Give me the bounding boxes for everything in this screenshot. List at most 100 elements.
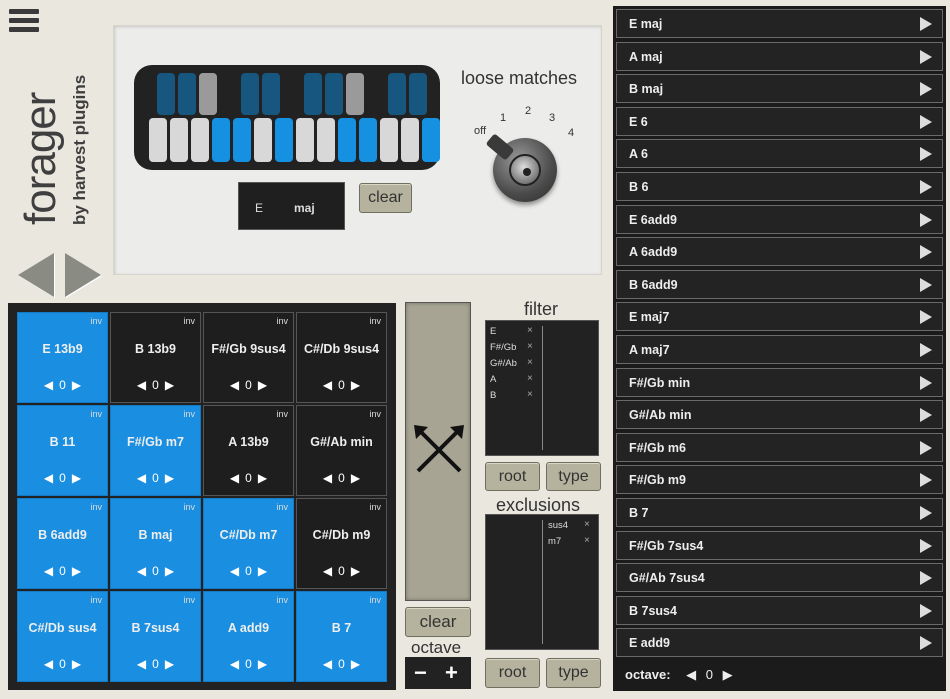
chord-pad[interactable]: inv A 13b9 ◀ 0 ▶ <box>203 405 294 496</box>
black-key[interactable] <box>408 73 427 115</box>
play-arrow-icon[interactable] <box>920 310 932 325</box>
chord-list-item[interactable]: F#/Gb m6 <box>616 432 943 462</box>
next-arrow-icon[interactable] <box>65 253 101 297</box>
chord-list-item[interactable]: E 6 <box>616 106 943 136</box>
pad-decrement-arrow-icon[interactable]: ◀ <box>230 657 239 671</box>
play-arrow-icon[interactable] <box>920 17 932 31</box>
white-key[interactable] <box>254 118 272 162</box>
exclusions-type-button[interactable]: type <box>546 658 601 688</box>
pad-increment-arrow-icon[interactable]: ▶ <box>72 378 81 392</box>
white-key[interactable] <box>317 118 335 162</box>
invert-toggle[interactable]: inv <box>183 595 195 605</box>
menu-icon[interactable] <box>9 9 39 35</box>
play-arrow-icon[interactable] <box>920 603 932 618</box>
octave-minus-button[interactable]: − <box>414 660 427 686</box>
chord-list-item[interactable]: F#/Gb m9 <box>616 465 943 495</box>
chord-pad[interactable]: inv C#/Db 9sus4 ◀ 0 ▶ <box>296 312 387 403</box>
invert-toggle[interactable]: inv <box>90 316 102 326</box>
white-key[interactable] <box>401 118 419 162</box>
remove-icon[interactable]: × <box>527 341 533 352</box>
chord-list-item[interactable]: F#/Gb min <box>616 367 943 397</box>
chord-list-item[interactable]: G#/Ab 7sus4 <box>616 563 943 593</box>
chord-list-item[interactable]: E maj7 <box>616 302 943 332</box>
pad-decrement-arrow-icon[interactable]: ◀ <box>230 378 239 392</box>
pad-decrement-arrow-icon[interactable]: ◀ <box>137 564 146 578</box>
pad-increment-arrow-icon[interactable]: ▶ <box>351 564 360 578</box>
white-key[interactable] <box>380 118 398 162</box>
chord-list-item[interactable]: G#/Ab min <box>616 400 943 430</box>
pad-increment-arrow-icon[interactable]: ▶ <box>351 471 360 485</box>
pad-decrement-arrow-icon[interactable]: ◀ <box>137 471 146 485</box>
chord-list-item[interactable]: B 7sus4 <box>616 595 943 625</box>
pad-increment-arrow-icon[interactable]: ▶ <box>72 564 81 578</box>
play-arrow-icon[interactable] <box>920 473 932 488</box>
play-arrow-icon[interactable] <box>920 343 932 357</box>
white-key[interactable] <box>422 118 440 162</box>
chord-pad[interactable]: inv C#/Db m7 ◀ 0 ▶ <box>203 498 294 589</box>
white-key[interactable] <box>212 118 230 162</box>
black-key[interactable] <box>345 73 364 115</box>
chord-list-item[interactable]: B 6add9 <box>616 269 943 299</box>
invert-toggle[interactable]: inv <box>369 595 381 605</box>
chord-list-item[interactable]: B 7 <box>616 498 943 527</box>
play-arrow-icon[interactable] <box>920 571 932 586</box>
pad-decrement-arrow-icon[interactable]: ◀ <box>323 378 332 392</box>
drop-slot[interactable] <box>405 302 471 601</box>
pad-decrement-arrow-icon[interactable]: ◀ <box>323 564 332 578</box>
play-arrow-icon[interactable] <box>920 440 932 455</box>
pad-decrement-arrow-icon[interactable]: ◀ <box>137 378 146 392</box>
prev-arrow-icon[interactable] <box>18 253 54 297</box>
play-arrow-icon[interactable] <box>920 277 932 292</box>
chord-list-item[interactable]: E 6add9 <box>616 204 943 234</box>
pad-increment-arrow-icon[interactable]: ▶ <box>165 564 174 578</box>
pad-decrement-arrow-icon[interactable]: ◀ <box>323 471 332 485</box>
remove-icon[interactable]: × <box>527 373 533 384</box>
chord-pad[interactable]: inv C#/Db sus4 ◀ 0 ▶ <box>17 591 108 682</box>
chord-pad[interactable]: inv G#/Ab min ◀ 0 ▶ <box>296 405 387 496</box>
chord-list-item[interactable]: A 6 <box>616 139 943 169</box>
chord-pad[interactable]: inv B maj ◀ 0 ▶ <box>110 498 201 589</box>
play-arrow-icon[interactable] <box>920 82 932 97</box>
remove-icon[interactable]: × <box>527 357 533 368</box>
play-arrow-icon[interactable] <box>920 114 932 129</box>
white-key[interactable] <box>170 118 188 162</box>
loose-matches-knob[interactable] <box>485 133 557 202</box>
remove-icon[interactable]: × <box>527 325 533 336</box>
play-arrow-icon[interactable] <box>920 212 932 227</box>
chord-pad[interactable]: inv B 13b9 ◀ 0 ▶ <box>110 312 201 403</box>
chord-pad[interactable]: inv C#/Db m9 ◀ 0 ▶ <box>296 498 387 589</box>
clear-keys-button[interactable]: clear <box>359 183 412 213</box>
chord-pad[interactable]: inv B 7 ◀ 0 ▶ <box>296 591 387 682</box>
black-key[interactable] <box>324 73 343 115</box>
chord-pad[interactable]: inv F#/Gb 9sus4 ◀ 0 ▶ <box>203 312 294 403</box>
pad-decrement-arrow-icon[interactable]: ◀ <box>44 657 53 671</box>
filter-root-button[interactable]: root <box>485 462 540 491</box>
chord-list-item[interactable]: A maj7 <box>616 335 943 364</box>
white-key[interactable] <box>233 118 251 162</box>
black-key[interactable] <box>303 73 322 115</box>
play-arrow-icon[interactable] <box>920 506 932 520</box>
remove-icon[interactable]: × <box>527 389 533 400</box>
invert-toggle[interactable]: inv <box>276 316 288 326</box>
filter-type-button[interactable]: type <box>546 462 601 491</box>
chord-list-item[interactable]: A maj <box>616 41 943 71</box>
play-arrow-icon[interactable] <box>920 375 932 390</box>
invert-toggle[interactable]: inv <box>90 502 102 512</box>
invert-toggle[interactable]: inv <box>183 502 195 512</box>
chord-pad[interactable]: inv E 13b9 ◀ 0 ▶ <box>17 312 108 403</box>
remove-icon[interactable]: × <box>584 535 590 546</box>
invert-toggle[interactable]: inv <box>90 409 102 419</box>
chord-list-item[interactable]: F#/Gb 7sus4 <box>616 530 943 560</box>
pad-increment-arrow-icon[interactable]: ▶ <box>258 471 267 485</box>
black-key[interactable] <box>177 73 196 115</box>
chord-list-item[interactable]: B maj <box>616 74 943 104</box>
pad-decrement-arrow-icon[interactable]: ◀ <box>230 471 239 485</box>
pad-increment-arrow-icon[interactable]: ▶ <box>165 657 174 671</box>
white-key[interactable] <box>296 118 314 162</box>
play-arrow-icon[interactable] <box>920 408 932 423</box>
chord-list-item[interactable]: B 6 <box>616 172 943 201</box>
white-key[interactable] <box>338 118 356 162</box>
pad-increment-arrow-icon[interactable]: ▶ <box>72 471 81 485</box>
clear-pads-button[interactable]: clear <box>405 607 471 637</box>
pad-increment-arrow-icon[interactable]: ▶ <box>165 471 174 485</box>
